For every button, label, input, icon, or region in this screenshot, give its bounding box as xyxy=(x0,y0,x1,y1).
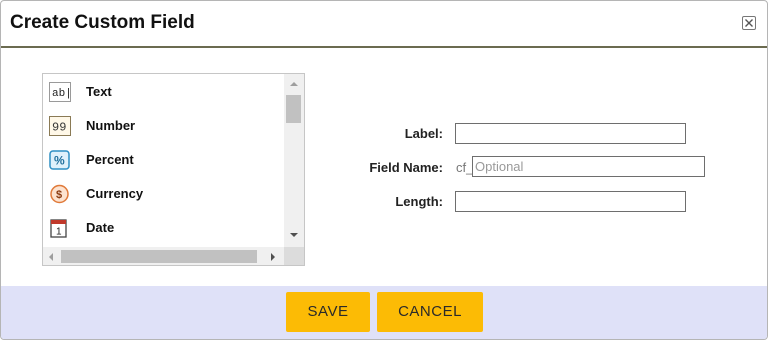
scrollbar-corner xyxy=(284,247,304,265)
close-icon xyxy=(745,19,753,27)
horizontal-scrollbar[interactable] xyxy=(43,247,284,265)
svg-text:$: $ xyxy=(56,189,62,201)
scroll-down-arrow-icon[interactable] xyxy=(289,231,299,239)
dialog-header: Create Custom Field xyxy=(1,1,767,48)
list-item-label: Date xyxy=(86,220,115,235)
date-type-icon: 1 xyxy=(50,219,67,238)
length-input-wrapper xyxy=(455,191,686,212)
horizontal-scroll-thumb[interactable] xyxy=(61,250,257,263)
list-item-label: Currency xyxy=(86,186,144,201)
list-item-currency[interactable]: $ Currency xyxy=(49,182,281,206)
save-button[interactable]: SAVE xyxy=(286,292,370,332)
label-input-wrapper xyxy=(455,123,686,144)
svg-text:99: 99 xyxy=(52,121,66,135)
create-custom-field-dialog: Create Custom Field ab| Text 99 Number %… xyxy=(0,0,768,340)
dialog-title: Create Custom Field xyxy=(10,12,195,33)
length-field-label: Length: xyxy=(395,194,443,209)
list-item-percent[interactable]: % Percent xyxy=(49,148,281,172)
svg-text:%: % xyxy=(54,154,65,168)
list-item-label: Percent xyxy=(86,152,134,167)
svg-text:1: 1 xyxy=(56,227,62,238)
currency-type-icon: $ xyxy=(50,184,69,204)
list-item-date[interactable]: 1 Date xyxy=(49,216,281,240)
cancel-button[interactable]: CANCEL xyxy=(377,292,483,332)
number-type-icon: 99 xyxy=(49,116,71,136)
list-item-label: Number xyxy=(86,118,136,133)
field-name-label: Field Name: xyxy=(369,160,443,175)
scroll-right-arrow-icon[interactable] xyxy=(269,252,277,262)
field-name-input-wrapper xyxy=(472,156,705,177)
list-item-label: Text xyxy=(86,84,112,99)
text-type-icon: ab| xyxy=(49,82,71,102)
scroll-left-arrow-icon[interactable] xyxy=(47,252,55,262)
vertical-scrollbar[interactable] xyxy=(284,74,304,247)
field-name-input[interactable] xyxy=(473,157,704,176)
percent-type-icon: % xyxy=(49,150,70,170)
length-input[interactable] xyxy=(456,192,685,211)
scroll-up-arrow-icon[interactable] xyxy=(289,80,299,88)
svg-text:ab|: ab| xyxy=(52,88,71,100)
list-item-number[interactable]: 99 Number xyxy=(49,114,281,138)
field-name-prefix: cf_ xyxy=(456,160,474,175)
dialog-footer: SAVE CANCEL xyxy=(1,286,767,339)
label-field-label: Label: xyxy=(404,126,443,141)
field-type-list[interactable]: ab| Text 99 Number % Percent $ Currency xyxy=(42,73,305,266)
close-button[interactable] xyxy=(742,16,756,30)
list-item-text[interactable]: ab| Text xyxy=(49,80,281,104)
vertical-scroll-thumb[interactable] xyxy=(286,95,301,123)
label-input[interactable] xyxy=(456,124,685,143)
